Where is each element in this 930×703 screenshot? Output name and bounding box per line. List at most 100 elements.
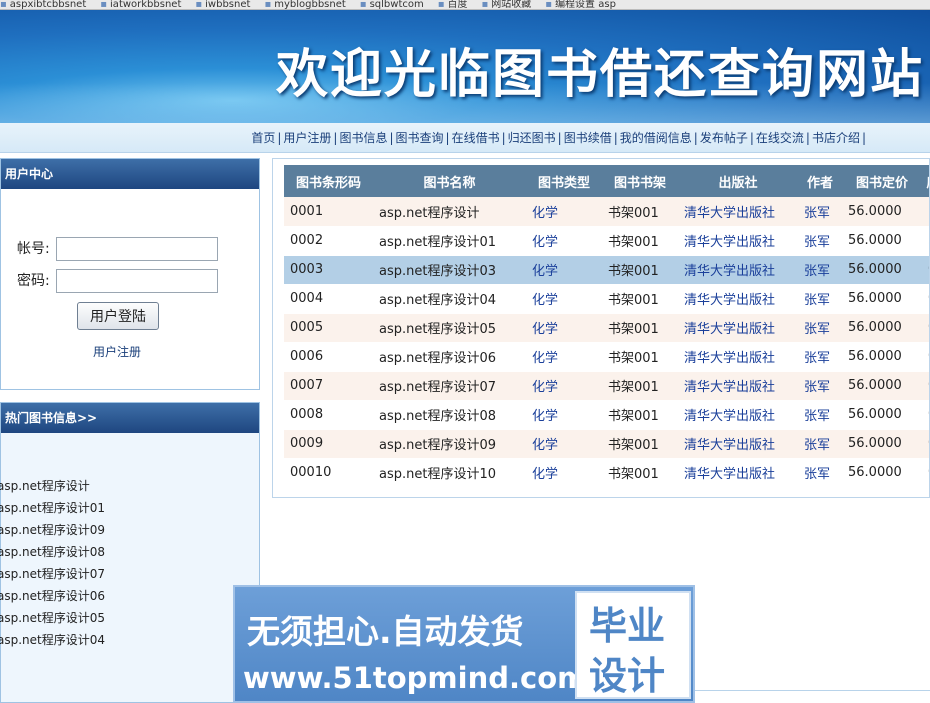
table-cell: 0 [922, 371, 929, 401]
column-header: 图书名称 [373, 165, 526, 197]
password-row: 密码: [17, 269, 219, 293]
nav-item-0[interactable]: 首页 [251, 131, 275, 145]
table-row[interactable]: 0002 asp.net程序设计01 化学 书架001 清华大学出版社 张军 56.0000… [284, 226, 929, 256]
nav-item-5[interactable]: 归还图书 [508, 131, 556, 145]
table-cell: 张军 [798, 197, 842, 227]
hot-book-item[interactable]: asp.net程序设计06 [0, 585, 105, 607]
table-cell: 0002 [284, 226, 373, 256]
nav-item-6[interactable]: 图书续借 [564, 131, 612, 145]
nav-separator: | [389, 131, 394, 145]
table-cell: 书架001 [602, 197, 678, 227]
table-row[interactable]: 00010 asp.net程序设计10 化学 书架001 清华大学出版社 张军 56.000… [284, 458, 929, 488]
table-cell: 张军 [798, 342, 842, 372]
account-input[interactable] [56, 237, 219, 261]
password-input[interactable] [56, 269, 219, 293]
table-cell: 0 [922, 284, 929, 314]
nav-item-3[interactable]: 图书查询 [396, 131, 444, 145]
table-row[interactable]: 0005 asp.net程序设计05 化学 书架001 清华大学出版社 张军 56.0000… [284, 313, 929, 343]
watermark-slogan: 无须担心.自动发货 [247, 612, 524, 651]
hot-book-item[interactable]: asp.net程序设计01 [0, 497, 105, 519]
table-cell: 3 [922, 226, 929, 256]
table-cell: asp.net程序设计09 [373, 429, 526, 459]
nav-item-1[interactable]: 用户注册 [283, 131, 331, 145]
bookmark-item[interactable]: aspxibtcbbsnet [0, 0, 86, 9]
hot-books-panel: 热门图书信息>> asp.net程序设计 asp.net程序设计01 asp.net… [0, 402, 260, 703]
nav-item-9[interactable]: 在线交流 [756, 131, 804, 145]
table-cell: 张军 [798, 400, 842, 430]
table-cell: 0 [922, 458, 929, 488]
watermark-badge: 毕业 设计 [575, 591, 691, 699]
table-cell: 56.0000 [842, 371, 922, 401]
watermark-badge-line1: 毕业 [589, 604, 666, 648]
table-cell: 书架001 [602, 255, 678, 285]
hot-book-item[interactable]: asp.net程序设计07 [0, 563, 105, 585]
nav-separator: | [693, 131, 698, 145]
nav-item-10[interactable]: 书店介绍 [812, 131, 860, 145]
table-cell: 56.0000 [842, 226, 922, 256]
bookmark-item[interactable]: iatworkbbsnet [100, 0, 181, 9]
table-cell: 张军 [798, 371, 842, 401]
table-cell: 清华大学出版社 [678, 313, 798, 343]
table-cell: 清华大学出版社 [678, 255, 798, 285]
column-header: 图书定价 [842, 165, 922, 197]
account-label: 帐号: [17, 241, 50, 257]
table-cell: 0 [922, 429, 929, 459]
table-row[interactable]: 0001asp.net程序设计化学书架001清华大学出版社张军56.00001 [284, 197, 929, 227]
hot-book-item[interactable]: asp.net程序设计05 [0, 607, 105, 629]
table-cell: 0003 [284, 255, 373, 285]
table-cell: 清华大学出版社 [678, 429, 798, 459]
column-header: 图书类型 [526, 165, 602, 197]
nav-separator: | [445, 131, 450, 145]
bookmark-item[interactable]: 网站收藏 [482, 0, 531, 9]
table-cell: 书架001 [602, 458, 678, 488]
table-cell: 56.0000 [842, 197, 922, 227]
table-cell: 化学 [526, 226, 602, 256]
table-cell: 56.0000 [842, 284, 922, 314]
nav-item-8[interactable]: 发布帖子 [700, 131, 748, 145]
table-cell: 化学 [526, 429, 602, 459]
table-cell: 书架001 [602, 313, 678, 343]
books-table: 图书条形码图书名称图书类型图书书架出版社作者图书定价库 0001asp.net程… [284, 165, 929, 488]
table-cell: 0006 [284, 342, 373, 372]
bookmark-item[interactable]: myblogbbsnet [264, 0, 346, 9]
hot-book-item[interactable]: asp.net程序设计08 [0, 541, 105, 563]
table-cell: 1 [922, 197, 929, 227]
table-cell: 张军 [798, 255, 842, 285]
site-banner: 欢迎光临图书借还查询网站 [0, 10, 930, 123]
table-cell: 化学 [526, 400, 602, 430]
register-link[interactable]: 用户注册 [93, 343, 141, 360]
table-cell: asp.net程序设计07 [373, 371, 526, 401]
table-cell: 书架001 [602, 400, 678, 430]
bookmark-item[interactable]: iwbbsnet [195, 0, 250, 9]
browser-bookmarks-bar: aspxibtcbbsnet iatworkbbsnet iwbbsnet myblo… [0, 0, 930, 10]
table-row[interactable]: 0006 asp.net程序设计06 化学 书架001 清华大学出版社 张军 56.0000… [284, 342, 929, 372]
table-row[interactable]: 0009 asp.net程序设计09 化学 书架001 清华大学出版社 张军 56.0000… [284, 429, 929, 459]
nav-item-4[interactable]: 在线借书 [452, 131, 500, 145]
table-cell: 书架001 [602, 342, 678, 372]
nav-separator: | [613, 131, 618, 145]
nav-item-2[interactable]: 图书信息 [339, 131, 387, 145]
hot-book-item[interactable]: asp.net程序设计 [0, 475, 105, 497]
table-cell: 0 [922, 313, 929, 343]
bookmark-item[interactable]: 编程设置 asp [545, 0, 616, 9]
bookmark-item[interactable]: sqlbwtcom [360, 0, 424, 9]
table-cell: 化学 [526, 284, 602, 314]
bookmark-item[interactable]: 百度 [438, 0, 468, 9]
table-row[interactable]: 0007 asp.net程序设计07 化学 书架001 清华大学出版社 张军 56.0000… [284, 371, 929, 401]
table-cell: 化学 [526, 197, 602, 227]
table-row[interactable]: 0008 asp.net程序设计08 化学 书架001 清华大学出版社 张军 56.0000… [284, 400, 929, 430]
table-cell: 0008 [284, 400, 373, 430]
nav-item-7[interactable]: 我的借阅信息 [620, 131, 692, 145]
login-button[interactable]: 用户登陆 [77, 302, 159, 330]
table-cell: asp.net程序设计04 [373, 284, 526, 314]
hot-book-item[interactable]: asp.net程序设计09 [0, 519, 105, 541]
table-row[interactable]: 0003 asp.net程序设计03 化学 书架001 清华大学出版社 张军 56.0000… [284, 255, 929, 285]
table-row[interactable]: 0004 asp.net程序设计04 化学 书架001 清华大学出版社 张军 56.0000… [284, 284, 929, 314]
hot-book-item[interactable]: asp.net程序设计04 [0, 629, 105, 651]
books-table-header: 图书条形码图书名称图书类型图书书架出版社作者图书定价库 [284, 165, 929, 197]
table-cell: 书架001 [602, 429, 678, 459]
watermark-url: www.51topmind.com [243, 661, 588, 695]
nav-separator: | [277, 131, 282, 145]
watermark-ad: 无须担心.自动发货 www.51topmind.com 毕业 设计 [233, 585, 695, 703]
table-cell: 0007 [284, 371, 373, 401]
